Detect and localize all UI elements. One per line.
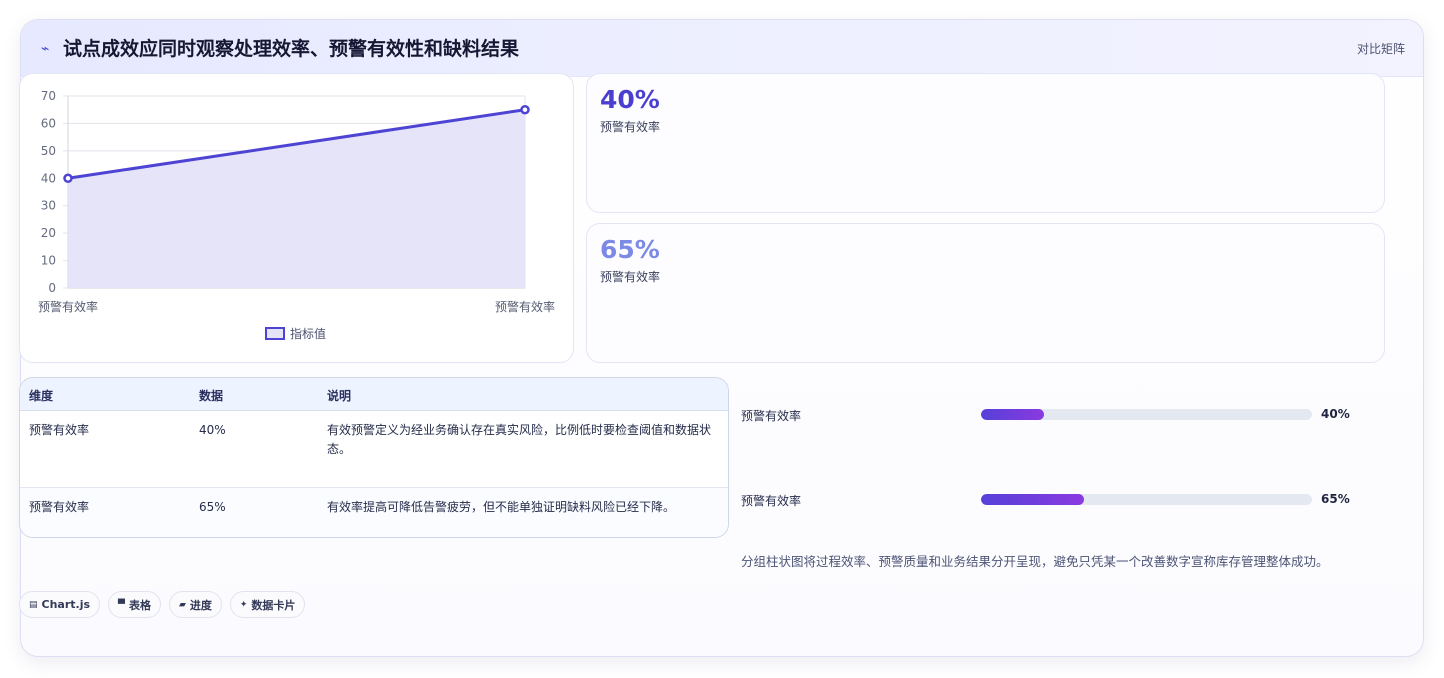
tag-label: 表格 bbox=[128, 598, 151, 612]
cell-data: 40% bbox=[199, 423, 226, 437]
tag-progress[interactable]: ▰ 进度 bbox=[168, 591, 222, 618]
y-tick-label: 30 bbox=[41, 199, 56, 213]
chart-note: 分组柱状图将过程效率、预警质量和业务结果分开呈现，避免只凭某一个改善数字宣称库存… bbox=[741, 554, 1329, 569]
stat-value: 40% bbox=[600, 85, 660, 114]
y-tick-label: 60 bbox=[41, 116, 56, 130]
line-chart-panel: 0 10 20 30 40 50 60 70 预警有效率 预警有效率 指标值 bbox=[19, 73, 574, 363]
cell-description: 有效率提高可降低告警疲劳，但不能单独证明缺料风险已经下降。 bbox=[327, 500, 676, 514]
lightning-icon: ⌁ bbox=[41, 41, 50, 57]
card-title: 试点成效应同时观察处理效率、预警有效性和缺料结果 bbox=[63, 38, 520, 60]
header-data: 数据 bbox=[199, 389, 224, 403]
tag-label: 进度 bbox=[189, 598, 212, 612]
tag-label: 数据卡片 bbox=[251, 598, 296, 612]
tag-data-card[interactable]: ✦ 数据卡片 bbox=[229, 591, 306, 618]
stat-card-1: 40% 预警有效率 bbox=[586, 73, 1385, 213]
table-row: 预警有效率 65% 有效率提高可降低告警疲劳，但不能单独证明缺料风险已经下降。 bbox=[20, 488, 728, 537]
stat-label: 预警有效率 bbox=[600, 270, 661, 284]
cell-data: 65% bbox=[199, 500, 226, 514]
line-chart: 0 10 20 30 40 50 60 70 预警有效率 预警有效率 bbox=[38, 89, 555, 314]
y-tick-label: 40 bbox=[41, 171, 56, 185]
chart-legend[interactable]: 指标值 bbox=[265, 324, 326, 342]
tag-table[interactable]: ▀ 表格 bbox=[108, 591, 161, 618]
legend-swatch bbox=[265, 326, 285, 340]
progress-value: 40% bbox=[1321, 407, 1350, 421]
cell-description: 有效预警定义为经业务确认存在真实风险，比例低时要检查阈值和数据状态。 bbox=[327, 423, 712, 456]
progress-track bbox=[981, 409, 1312, 420]
progress-fill bbox=[981, 409, 1044, 420]
y-tick-label: 50 bbox=[41, 144, 56, 158]
x-tick-label: 预警有效率 bbox=[495, 299, 555, 314]
y-tick-label: 10 bbox=[41, 254, 56, 268]
comparison-matrix-link[interactable]: 对比矩阵 bbox=[1357, 40, 1405, 58]
y-tick-label: 0 bbox=[48, 281, 56, 295]
data-table: 维度 数据 说明 预警有效率 40% 有效预警定义为经业务确认存在真实风险，比例… bbox=[19, 377, 729, 538]
cell-dimension: 预警有效率 bbox=[29, 423, 90, 437]
y-tick-label: 70 bbox=[41, 89, 56, 103]
tag-list: ▤ Chart.js ▀ 表格 ▰ 进度 ✦ 数据卡片 bbox=[19, 591, 306, 618]
progress-fill bbox=[981, 494, 1084, 505]
table-header: 维度 数据 说明 bbox=[20, 378, 728, 411]
legend-label: 指标值 bbox=[290, 326, 327, 341]
progress-value: 65% bbox=[1321, 492, 1350, 506]
data-point bbox=[520, 104, 530, 115]
progress-row-2: 预警有效率 65% bbox=[741, 491, 1361, 509]
x-tick-label: 预警有效率 bbox=[38, 299, 98, 314]
progress-row-1: 预警有效率 40% bbox=[741, 406, 1361, 424]
stat-value: 65% bbox=[600, 235, 660, 264]
card-icon: ✦ bbox=[239, 599, 248, 610]
progress-label: 预警有效率 bbox=[741, 409, 802, 423]
card-header: ⌁ 试点成效应同时观察处理效率、预警有效性和缺料结果 对比矩阵 bbox=[21, 20, 1423, 77]
stat-card-2: 65% 预警有效率 bbox=[586, 223, 1385, 363]
y-tick-label: 20 bbox=[41, 226, 56, 240]
progress-track bbox=[981, 494, 1312, 505]
tag-label: Chart.js bbox=[41, 598, 91, 611]
header-dimension: 维度 bbox=[29, 389, 54, 403]
stat-label: 预警有效率 bbox=[600, 120, 661, 134]
series-area bbox=[68, 109, 525, 288]
table-icon: ▀ bbox=[118, 599, 125, 610]
progress-icon: ▰ bbox=[178, 599, 186, 610]
tag-chartjs[interactable]: ▤ Chart.js bbox=[19, 591, 101, 618]
progress-label: 预警有效率 bbox=[741, 494, 802, 508]
header-description: 说明 bbox=[327, 389, 352, 403]
chart-icon: ▤ bbox=[29, 599, 38, 610]
cell-dimension: 预警有效率 bbox=[29, 500, 90, 514]
data-point bbox=[63, 173, 73, 184]
table-row: 预警有效率 40% 有效预警定义为经业务确认存在真实风险，比例低时要检查阈值和数… bbox=[20, 411, 728, 488]
